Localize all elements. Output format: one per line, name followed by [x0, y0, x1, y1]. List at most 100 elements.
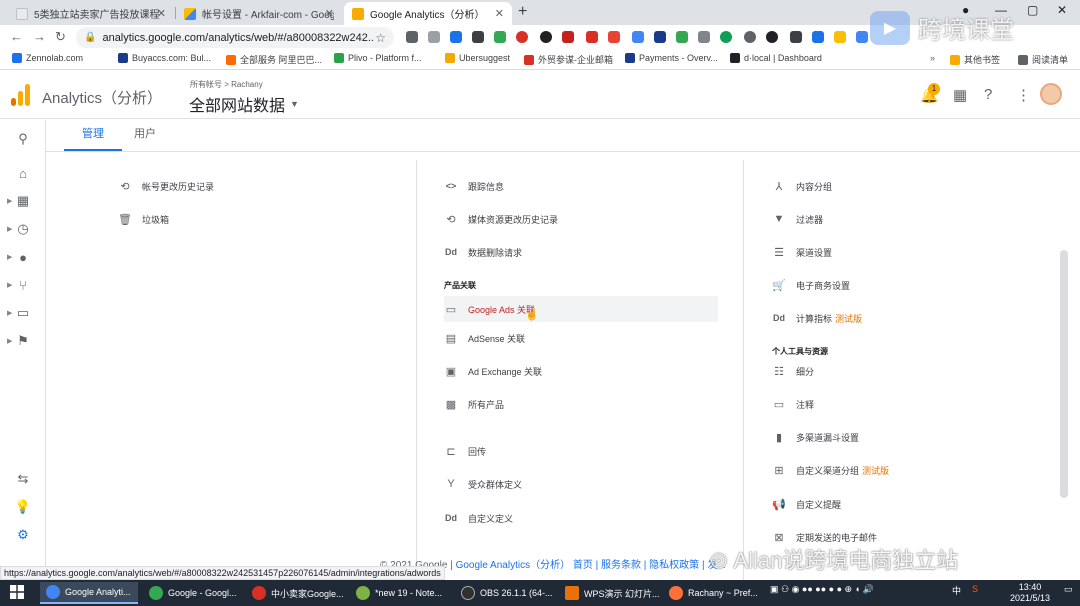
calculated-metrics[interactable]: Dd 计算指标 测试版 [772, 308, 862, 328]
browser-tab-1[interactable]: 5类独立站卖家广告投放课程 ✕ [8, 2, 174, 25]
bookmark-star-icon[interactable]: ☆ [375, 31, 386, 45]
data-deletion-requests[interactable]: Dd 数据删除请求 [444, 242, 522, 262]
bookmark-item[interactable]: Ubersuggest [445, 53, 510, 63]
extension-icon[interactable] [608, 31, 620, 43]
taskbar-item-firefox[interactable]: Rachany ~ Pref... [663, 582, 763, 604]
bookmark-item[interactable]: 全部服务 阿里巴巴... [226, 53, 322, 66]
attribution-icon[interactable]: ⇆ [0, 467, 46, 491]
extension-icon[interactable] [720, 31, 732, 43]
tracking-info[interactable]: <> 跟踪信息 [444, 176, 504, 196]
tab-admin[interactable]: 管理 [64, 120, 122, 151]
extension-icon[interactable] [428, 31, 440, 43]
extension-icon[interactable] [540, 31, 552, 43]
filters[interactable]: ▼ 过滤器 [772, 209, 823, 229]
customization-icon[interactable]: ▶ ▦ [0, 189, 46, 213]
taskbar-item-wps[interactable]: 中小卖家Google... [246, 582, 346, 604]
home-icon[interactable]: ⌂ [0, 161, 46, 185]
audience-definitions[interactable]: Y 受众群体定义 [444, 474, 522, 494]
trash-can[interactable]: 🗑 垃圾箱 [118, 209, 169, 229]
taskbar-item-obs[interactable]: OBS 26.1.1 (64-... [455, 582, 555, 604]
search-icon[interactable]: ⚲ [0, 127, 46, 151]
windows-start-icon[interactable] [10, 585, 24, 599]
address-bar[interactable]: 🔒 analytics.google.com/analytics/web/#/a… [76, 27, 394, 48]
audience-person-icon[interactable]: ▶ ● [0, 245, 46, 269]
account-breadcrumb[interactable]: 所有帐号 > Rachany [190, 79, 263, 90]
bookmark-item[interactable]: Payments - Overv... [625, 53, 718, 63]
reading-list[interactable]: 阅读清单 [1018, 53, 1068, 66]
extension-icon[interactable] [654, 31, 666, 43]
browser-tab-3-active[interactable]: Google Analytics（分析） ✕ [344, 2, 512, 25]
extension-icon[interactable] [856, 31, 868, 43]
close-tab-icon[interactable]: ✕ [495, 7, 504, 20]
back-icon[interactable]: ← [10, 29, 23, 44]
tray-app-icons[interactable]: ▣ ⚇ ◉ ●● ●● ● ● ⊕ ◖ 🔊 [770, 584, 874, 595]
maximize-icon[interactable]: ▢ [1027, 3, 1038, 17]
discover-bulb-icon[interactable]: 💡 [0, 495, 46, 519]
acquisition-icon[interactable]: ▶ ⑂ [0, 273, 46, 297]
more-bookmarks-icon[interactable]: » [930, 53, 935, 63]
help-icon[interactable]: ? [984, 86, 992, 103]
bookmark-item[interactable]: Zennolab.com [12, 53, 83, 63]
extension-icon[interactable] [472, 31, 484, 43]
extension-icon[interactable] [812, 31, 824, 43]
footer-links[interactable]: 首页 | 服务条款 | 隐私权政策 | 发... [573, 560, 726, 571]
close-tab-icon[interactable]: ✕ [325, 7, 334, 20]
taskbar-item-chrome-analytics[interactable]: Google Analyti... [40, 582, 138, 604]
vertical-scrollbar[interactable] [1060, 250, 1068, 498]
user-avatar[interactable] [1040, 83, 1062, 105]
forward-icon[interactable]: → [33, 29, 46, 44]
account-change-history[interactable]: ⟲ 帐号更改历史记录 [118, 176, 214, 196]
extension-icon[interactable] [494, 31, 506, 43]
extension-icon[interactable] [562, 31, 574, 43]
notification-center-icon[interactable]: ▭ [1064, 584, 1073, 595]
extension-icon[interactable] [744, 31, 756, 43]
bookmark-item[interactable]: d·local | Dashboard [730, 53, 822, 63]
multi-channel-funnels[interactable]: ▮ 多渠道漏斗设置 [772, 427, 859, 447]
extension-icon[interactable] [516, 31, 528, 43]
annotations[interactable]: ▭ 注释 [772, 394, 814, 414]
other-bookmarks[interactable]: 其他书签 [950, 53, 1000, 66]
extension-icon[interactable] [586, 31, 598, 43]
extension-icon[interactable] [834, 31, 846, 43]
extension-icon[interactable] [698, 31, 710, 43]
close-tab-icon[interactable]: ✕ [157, 7, 166, 20]
more-vert-icon[interactable]: ⋮ [1016, 86, 1031, 104]
tab-users[interactable]: 用户 [116, 120, 174, 151]
extension-icon[interactable] [790, 31, 802, 43]
extension-icon[interactable] [766, 31, 778, 43]
taskbar-item-chrome-google[interactable]: Google - Googl... [143, 582, 243, 604]
property-change-history[interactable]: ⟲ 媒体资源更改历史记录 [444, 209, 558, 229]
custom-channel-grouping[interactable]: ⊞ 自定义渠道分组 测试版 [772, 460, 889, 480]
custom-definitions[interactable]: Dd 自定义定义 [444, 508, 513, 528]
ga-home-link[interactable]: Google Analytics（分析） [456, 560, 571, 571]
ad-exchange-linking[interactable]: ▣ Ad Exchange 关联 [444, 361, 542, 381]
extension-icon[interactable] [406, 31, 418, 43]
all-products[interactable]: ▩ 所有产品 [444, 394, 504, 414]
ime-indicator[interactable]: 中 [952, 584, 961, 597]
sogou-ime-icon[interactable]: S [972, 584, 978, 594]
taskbar-item-notepad[interactable]: *new 19 - Note... [350, 582, 450, 604]
extension-icon[interactable] [632, 31, 644, 43]
bookmark-item[interactable]: 外贸参谋-企业邮箱 [524, 53, 613, 66]
taskbar-item-wps-slides[interactable]: WPS演示 幻灯片... [559, 582, 659, 604]
conversions-flag-icon[interactable]: ▶ ⚑ [0, 329, 46, 353]
bookmark-item[interactable]: Plivo - Platform f... [334, 53, 422, 63]
behavior-icon[interactable]: ▶ ▭ [0, 301, 46, 325]
reload-icon[interactable]: ↻ [55, 29, 66, 45]
bookmark-item[interactable]: Buyaccs.com: Bul... [118, 53, 211, 63]
apps-grid-icon[interactable]: ▦ [953, 86, 967, 104]
custom-alerts[interactable]: 📢 自定义提醒 [772, 494, 841, 514]
new-tab-button[interactable]: + [518, 3, 527, 21]
browser-tab-2[interactable]: 帐号设置 - Arkfair-com - Goog ✕ [176, 2, 342, 25]
postbacks[interactable]: ⊏ 回传 [444, 441, 486, 461]
ecommerce-settings[interactable]: 🛒 电子商务设置 [772, 275, 850, 295]
adsense-linking[interactable]: ▤ AdSense 关联 [444, 328, 525, 348]
extension-icon[interactable] [676, 31, 688, 43]
content-grouping[interactable]: ⅄ 内容分组 [772, 176, 832, 196]
channel-settings[interactable]: ☰ 渠道设置 [772, 242, 832, 262]
view-selector[interactable]: 全部网站数据 ▼ [189, 92, 299, 116]
extension-icon[interactable] [450, 31, 462, 43]
admin-gear-icon[interactable]: ⚙ [0, 523, 46, 547]
google-ads-linking[interactable]: ▭ Google Ads 关联 ☝ [444, 296, 718, 322]
segments[interactable]: ☷ 细分 [772, 361, 814, 381]
